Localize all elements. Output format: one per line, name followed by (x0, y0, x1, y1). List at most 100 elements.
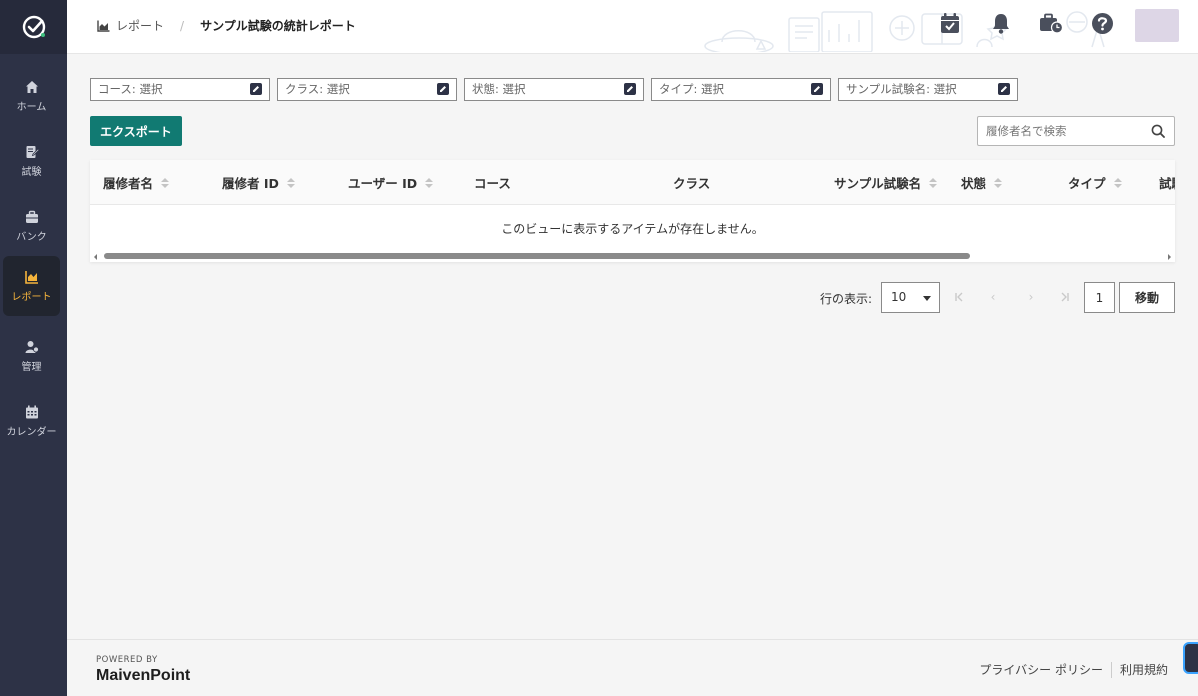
chevron-down-icon (923, 296, 931, 301)
column-header-student-name[interactable]: 履修者名 (103, 160, 170, 205)
column-header-label: タイプ (1068, 176, 1106, 191)
floating-widget-button[interactable] (1183, 642, 1198, 674)
sort-icon (161, 177, 170, 188)
edit-icon (998, 83, 1010, 95)
footer-divider (1110, 661, 1112, 678)
sidebar-item-label: レポート (11, 291, 52, 303)
column-header-sample-exam-name[interactable]: サンプル試験名 (834, 160, 938, 205)
powered-by-label: POWERED BY (96, 655, 158, 665)
sample-exam-name-filter-label: サンプル試験名: 選択 (846, 82, 957, 96)
sort-icon (425, 177, 434, 188)
status-filter-label: 状態: 選択 (472, 82, 526, 96)
sidebar-item-label: バンク (16, 231, 47, 243)
terms-of-use-link[interactable]: 利用規約 (1120, 661, 1168, 678)
rows-per-page-select[interactable]: 10 (881, 282, 940, 313)
export-button[interactable]: エクスポート (90, 116, 182, 146)
bank-icon (25, 210, 38, 223)
breadcrumb-root-link[interactable]: レポート (97, 17, 164, 34)
admin-icon (25, 340, 39, 353)
breadcrumb: レポート / サンプル試験の統計レポート (97, 17, 356, 34)
sidebar-item-calendar[interactable]: カレンダー (3, 391, 60, 451)
briefcase-clock-icon (1040, 13, 1063, 34)
footer: POWERED BY MaivenPoint プライバシー ポリシー 利用規約 (67, 639, 1198, 696)
search-box (977, 116, 1175, 146)
breadcrumb-separator: / (180, 18, 185, 33)
breadcrumb-root-label: レポート (116, 19, 165, 33)
check-circle-logo-icon (22, 15, 45, 39)
page-number-input[interactable]: 1 (1084, 282, 1115, 313)
class-filter[interactable]: クラス: 選択 (277, 78, 457, 101)
column-header-label: 履修者名 (103, 176, 154, 191)
column-header-label: 試験 (1159, 176, 1175, 191)
first-page-button[interactable] (952, 290, 966, 304)
column-header-class: クラス (673, 160, 710, 205)
go-to-page-button[interactable]: 移動 (1119, 282, 1175, 313)
page-title: サンプル試験の統計レポート (200, 19, 356, 33)
help-button[interactable] (1090, 11, 1114, 35)
rows-per-page-label: 行の表示: (820, 292, 873, 306)
edit-icon (811, 83, 823, 95)
scrollbar-thumb[interactable] (104, 253, 970, 259)
sidebar-item-label: カレンダー (6, 426, 57, 438)
header-decoration-illustration (704, 11, 1105, 52)
scroll-right-icon[interactable] (1168, 254, 1171, 260)
rows-per-page-value: 10 (891, 290, 907, 304)
search-input[interactable] (978, 117, 1143, 145)
notifications-button[interactable] (989, 11, 1013, 35)
course-filter[interactable]: コース: 選択 (90, 78, 270, 101)
course-filter-label: コース: 選択 (98, 82, 163, 96)
sidebar: ホーム 試験 バンク レポート 管理 カレンダー (0, 0, 67, 696)
sidebar-item-report[interactable]: レポート (3, 256, 60, 316)
sample-exam-name-filter[interactable]: サンプル試験名: 選択 (838, 78, 1018, 101)
column-header-label: コース (474, 176, 511, 191)
sidebar-item-home[interactable]: ホーム (3, 66, 60, 126)
privacy-policy-link[interactable]: プライバシー ポリシー (979, 661, 1103, 678)
sidebar-item-label: 試験 (21, 166, 42, 178)
table-header: 履修者名 履修者 ID ユーザー ID コース クラス サンプル試験名 状態 タ… (90, 160, 1175, 205)
calendar-icon (25, 405, 38, 418)
top-header: レポート / サンプル試験の統計レポート (67, 0, 1198, 54)
last-page-icon (1061, 292, 1069, 302)
user-avatar[interactable] (1135, 9, 1179, 42)
empty-table-message: このビューに表示するアイテムが存在しません。 (501, 221, 764, 236)
horizontal-scrollbar[interactable] (90, 250, 1175, 262)
next-page-button[interactable]: › (1024, 290, 1038, 304)
report-table: 履修者名 履修者 ID ユーザー ID コース クラス サンプル試験名 状態 タ… (90, 160, 1175, 262)
calendar-check-button[interactable] (938, 11, 962, 35)
previous-page-button[interactable]: ‹ (986, 290, 1000, 304)
sort-icon (286, 177, 295, 188)
column-header-label: クラス (673, 176, 711, 191)
last-page-button[interactable] (1058, 290, 1072, 304)
column-header-status[interactable]: 状態 (961, 160, 1003, 205)
column-header-user-id[interactable]: ユーザー ID (348, 160, 434, 205)
bell-icon (993, 14, 1009, 34)
sort-icon (1113, 177, 1122, 188)
column-header-label: サンプル試験名 (834, 176, 922, 191)
sidebar-item-admin[interactable]: 管理 (3, 326, 60, 386)
column-header-label: 状態 (961, 176, 987, 191)
report-icon (24, 270, 38, 284)
exam-icon (26, 145, 39, 158)
sort-icon (994, 177, 1003, 188)
scroll-left-icon[interactable] (94, 254, 97, 260)
chart-icon (97, 20, 110, 32)
briefcase-clock-button[interactable] (1039, 11, 1063, 35)
footer-links: プライバシー ポリシー 利用規約 (979, 661, 1168, 678)
home-icon (25, 80, 38, 93)
sidebar-item-exam[interactable]: 試験 (3, 131, 60, 191)
column-header-student-id[interactable]: 履修者 ID (222, 160, 295, 205)
class-filter-label: クラス: 選択 (285, 82, 350, 96)
sidebar-item-bank[interactable]: バンク (3, 196, 60, 256)
column-header-type[interactable]: タイプ (1068, 160, 1122, 205)
search-icon[interactable] (1151, 124, 1165, 138)
status-filter[interactable]: 状態: 選択 (464, 78, 644, 101)
brand-logo: MaivenPoint (96, 667, 191, 684)
column-header-exam[interactable]: 試験 (1159, 160, 1175, 205)
sidebar-item-label: ホーム (16, 101, 47, 113)
type-filter[interactable]: タイプ: 選択 (651, 78, 831, 101)
column-header-label: ユーザー ID (348, 176, 418, 191)
sort-icon (929, 177, 938, 188)
column-header-label: 履修者 ID (222, 176, 279, 191)
sidebar-item-label: 管理 (21, 361, 42, 373)
app-logo[interactable] (0, 0, 67, 54)
